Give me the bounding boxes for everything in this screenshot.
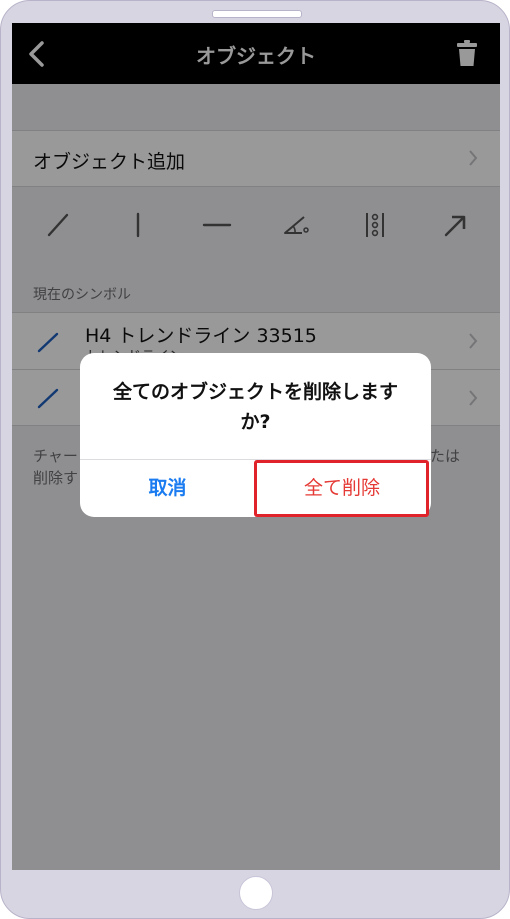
cancel-button[interactable]: 取消 [80,460,255,517]
device-speaker [212,10,302,18]
delete-button-highlight [254,460,429,517]
app-screen: オブジェクト オブジェクト追加 現在のシンボル H4 トレンドライン 33515… [12,23,500,870]
alert-message: 全てのオブジェクトを削除しますか? [112,381,398,433]
device-frame: オブジェクト オブジェクト追加 現在のシンボル H4 トレンドライン 33515… [0,0,510,919]
home-button[interactable] [239,876,273,910]
